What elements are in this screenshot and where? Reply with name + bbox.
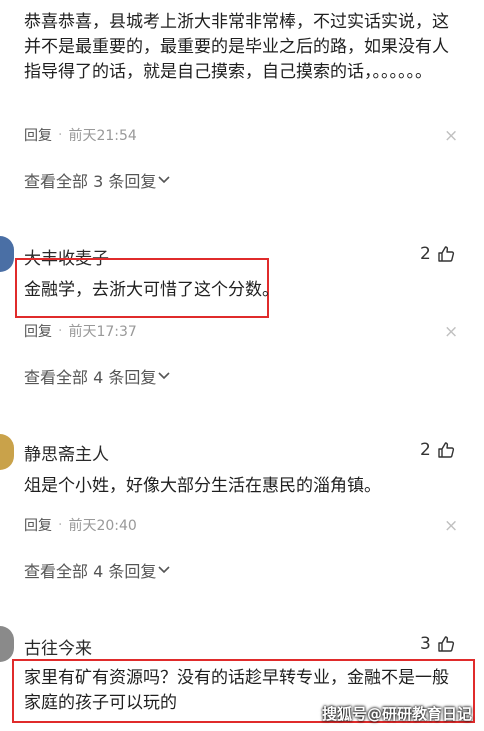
view-all-replies-label: 查看全部 4 条回复	[24, 562, 157, 581]
view-all-replies-label: 查看全部 4 条回复	[24, 368, 157, 387]
comment-1-meta: 回复 · 前天21:54	[24, 125, 137, 145]
thumbs-up-icon	[438, 246, 454, 262]
thumbs-up-icon	[438, 442, 454, 458]
like-count: 2	[420, 244, 431, 264]
view-all-replies-button[interactable]: 查看全部 3 条回复	[24, 168, 170, 192]
view-all-replies-button[interactable]: 查看全部 4 条回复	[24, 364, 170, 388]
close-icon[interactable]: ×	[444, 322, 458, 342]
comment-time: 前天20:40	[68, 518, 137, 534]
separator-dot: ·	[58, 323, 63, 339]
separator-dot: ·	[58, 127, 63, 143]
reply-button[interactable]: 回复	[24, 321, 52, 341]
chevron-down-icon	[158, 176, 170, 184]
like-count: 2	[420, 440, 431, 460]
like-count: 3	[420, 634, 431, 654]
chevron-down-icon	[158, 566, 170, 574]
close-icon[interactable]: ×	[444, 126, 458, 146]
comment-time: 前天21:54	[68, 128, 137, 144]
comment-1-text: 恭喜恭喜，县城考上浙大非常非常棒，不过实话实说，这并不是最重要的，最重要的是毕业…	[24, 12, 449, 82]
thumbs-up-icon	[438, 636, 454, 652]
like-button[interactable]: 2	[420, 440, 455, 460]
username[interactable]: 静思斋主人	[24, 440, 109, 465]
comment-2-meta: 回复 · 前天17:37	[24, 321, 137, 341]
reply-button[interactable]: 回复	[24, 515, 52, 535]
view-all-replies-button[interactable]: 查看全部 4 条回复	[24, 558, 170, 582]
username[interactable]: 古往今来	[24, 634, 92, 659]
like-button[interactable]: 2	[420, 244, 455, 264]
close-icon[interactable]: ×	[444, 516, 458, 536]
comment-time: 前天17:37	[68, 324, 137, 340]
like-button[interactable]: 3	[420, 634, 455, 654]
comment-3-text: 俎是个小姓，好像大部分生活在惠民的淄角镇。	[24, 476, 381, 496]
reply-button[interactable]: 回复	[24, 125, 52, 145]
avatar[interactable]	[0, 434, 14, 470]
chevron-down-icon	[158, 372, 170, 380]
comment-2-text: 金融学，去浙大可惜了这个分数。	[24, 280, 279, 300]
avatar[interactable]	[0, 236, 14, 272]
comment-3-meta: 回复 · 前天20:40	[24, 515, 137, 535]
avatar[interactable]	[0, 626, 14, 662]
view-all-replies-label: 查看全部 3 条回复	[24, 172, 157, 191]
watermark: 搜狐号@研研教育日记	[321, 705, 472, 723]
separator-dot: ·	[58, 517, 63, 533]
